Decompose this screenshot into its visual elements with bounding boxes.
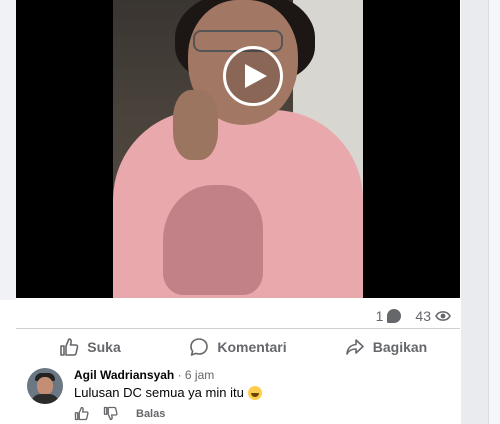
play-icon	[244, 64, 267, 88]
thumbs-up-icon	[74, 406, 89, 421]
divider	[16, 328, 460, 329]
comment-bubble-icon	[387, 309, 402, 323]
like-icon	[60, 338, 79, 356]
post-stats: 1 43	[362, 308, 451, 324]
thumbs-down-icon	[103, 406, 118, 421]
comment-icon	[190, 338, 209, 356]
comment-actions: Balas	[74, 406, 165, 421]
comment-text: Lulusan DC semua ya min itu	[74, 385, 262, 400]
comment-like-button[interactable]	[74, 406, 89, 421]
video-shadow	[163, 185, 263, 295]
comment-label: Komentari	[217, 339, 287, 355]
video-player[interactable]	[16, 0, 460, 298]
comment-dislike-button[interactable]	[103, 406, 118, 421]
comment-count[interactable]: 1	[376, 308, 402, 324]
post-actions: Suka Komentari Bagikan	[16, 334, 460, 360]
post-card: 1 43 Suka Komentari Bagikan Agil Wadrian…	[0, 0, 461, 424]
video-frame	[113, 0, 363, 298]
like-label: Suka	[87, 339, 121, 355]
view-count-value: 43	[415, 308, 431, 324]
view-count: 43	[415, 308, 451, 324]
like-button[interactable]: Suka	[16, 334, 164, 360]
grinning-sweat-emoji-icon	[247, 385, 262, 400]
comment-button[interactable]: Komentari	[164, 334, 312, 360]
eye-icon	[435, 309, 451, 323]
comment-author[interactable]: Agil Wadriansyah	[74, 368, 174, 382]
share-button[interactable]: Bagikan	[312, 334, 460, 360]
avatar[interactable]	[27, 368, 63, 404]
scrollbar[interactable]	[488, 0, 500, 424]
comment-time[interactable]: · 6 jam	[178, 368, 215, 382]
comment-text-body: Lulusan DC semua ya min itu	[74, 385, 244, 400]
share-label: Bagikan	[372, 339, 428, 355]
play-button[interactable]	[223, 46, 283, 106]
comment-header: Agil Wadriansyah · 6 jam	[74, 368, 214, 382]
left-gutter	[0, 0, 16, 300]
comment-count-value: 1	[375, 308, 384, 324]
video-person-hand	[173, 90, 218, 160]
share-icon	[345, 339, 364, 355]
reply-button[interactable]: Balas	[136, 408, 165, 420]
